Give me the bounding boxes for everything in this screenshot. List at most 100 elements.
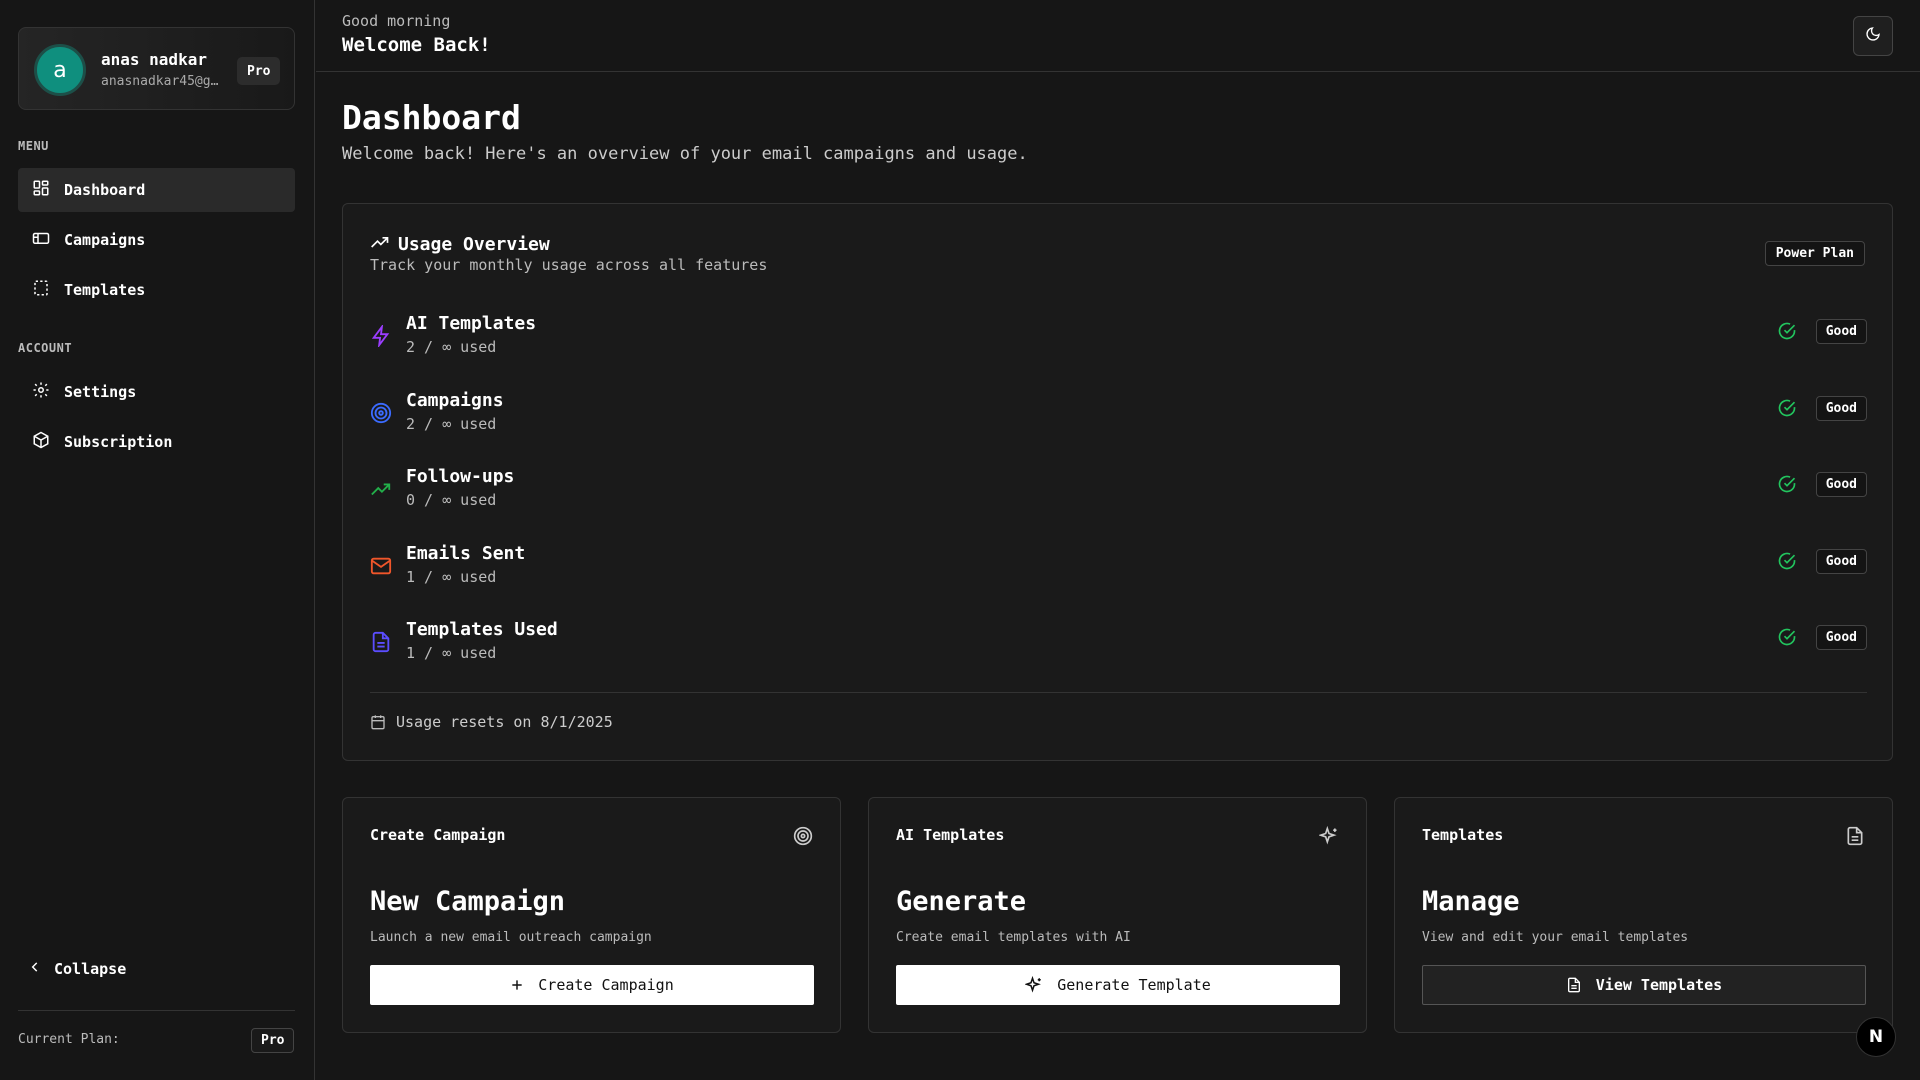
card-heading: New Campaign	[370, 886, 566, 917]
power-plan-badge: Power Plan	[1764, 241, 1865, 266]
user-email: anasnadkar45@gmail.com	[101, 74, 226, 89]
current-plan-badge: Pro	[251, 1028, 295, 1053]
theme-toggle-button[interactable]	[1853, 16, 1893, 56]
status-badge: Good	[1815, 319, 1867, 344]
usage-row-emails-sent: Emails Sent 1 / ∞ used Good	[370, 543, 1867, 591]
usage-count: 0 / ∞ used	[406, 491, 497, 509]
collapse-label: Collapse	[54, 960, 127, 978]
usage-title: Usage Overview	[370, 232, 550, 257]
status-badge: Good	[1815, 549, 1867, 574]
usage-name: Campaigns	[406, 390, 504, 411]
sidebar-item-campaigns[interactable]: Campaigns	[18, 218, 295, 262]
usage-row-campaigns: Campaigns 2 / ∞ used Good	[370, 390, 1867, 438]
usage-divider	[370, 692, 1867, 693]
greeting-text: Good morning	[342, 12, 451, 30]
target-icon	[370, 402, 392, 424]
templates-card: Templates Manage View and edit your emai…	[1394, 797, 1893, 1033]
usage-title-text: Usage Overview	[398, 234, 550, 255]
sidebar-item-templates[interactable]: Templates	[18, 268, 295, 312]
usage-reset-text: Usage resets on 8/1/2025	[396, 713, 613, 731]
status-badge: Good	[1815, 625, 1867, 650]
chevron-left-icon	[28, 960, 42, 978]
usage-row-follow-ups: Follow-ups 0 / ∞ used Good	[370, 466, 1867, 514]
sidebar-item-subscription[interactable]: Subscription	[18, 420, 295, 464]
zap-icon	[371, 325, 390, 347]
card-description: Create email templates with AI	[896, 930, 1131, 945]
check-circle-icon	[1778, 552, 1796, 570]
usage-count: 1 / ∞ used	[406, 568, 497, 586]
sidebar-item-label: Campaigns	[64, 231, 146, 249]
collapse-button[interactable]: Collapse	[28, 960, 126, 978]
check-circle-icon	[1778, 475, 1796, 493]
file-icon	[1567, 977, 1580, 993]
sidebar-item-settings[interactable]: Settings	[18, 370, 295, 414]
package-icon	[32, 431, 50, 453]
generate-template-button[interactable]: Generate Template	[896, 965, 1340, 1005]
current-plan-label: Current Plan:	[18, 1032, 120, 1047]
usage-row-templates-used: Templates Used 1 / ∞ used Good	[370, 619, 1867, 667]
user-profile-card[interactable]: a anas nadkar anasnadkar45@gmail.com Pro	[18, 27, 295, 110]
trending-up-icon	[371, 483, 391, 496]
status-badge: Good	[1815, 396, 1867, 421]
page-subtitle: Welcome back! Here's an overview of your…	[342, 144, 1028, 164]
check-circle-icon	[1778, 399, 1796, 417]
view-templates-button[interactable]: View Templates	[1422, 965, 1866, 1005]
pro-badge: Pro	[237, 57, 281, 85]
status-badge: Good	[1815, 472, 1867, 497]
sidebar-item-label: Subscription	[64, 433, 173, 451]
usage-count: 2 / ∞ used	[406, 415, 497, 433]
sidebar: a anas nadkar anasnadkar45@gmail.com Pro…	[0, 0, 315, 1080]
usage-row-ai-templates: AI Templates 2 / ∞ used Good	[370, 313, 1867, 361]
button-label: Generate Template	[1057, 976, 1211, 994]
sparkles-icon	[1319, 826, 1337, 845]
target-icon	[793, 826, 813, 846]
ai-templates-card: AI Templates Generate Create email templ…	[868, 797, 1367, 1033]
create-campaign-card: Create Campaign New Campaign Launch a ne…	[342, 797, 841, 1033]
card-description: Launch a new email outreach campaign	[370, 930, 652, 945]
usage-count: 1 / ∞ used	[406, 644, 497, 662]
button-label: View Templates	[1595, 976, 1723, 994]
page-title: Dashboard	[342, 98, 521, 137]
top-header: Good morning Welcome Back!	[316, 0, 1920, 72]
button-label: Create Campaign	[538, 976, 674, 994]
card-heading: Manage	[1422, 886, 1520, 917]
usage-name: AI Templates	[406, 313, 537, 334]
dashboard-icon	[32, 179, 50, 201]
usage-count: 2 / ∞ used	[406, 338, 497, 356]
usage-name: Templates Used	[406, 619, 558, 640]
gear-icon	[32, 381, 50, 403]
menu-section-label: MENU	[18, 139, 49, 153]
sidebar-item-label: Settings	[64, 383, 137, 401]
file-icon	[1847, 826, 1863, 846]
card-label: Templates	[1422, 826, 1504, 844]
usage-reset-info: Usage resets on 8/1/2025	[370, 713, 613, 731]
account-section-label: ACCOUNT	[18, 341, 73, 355]
sidebar-divider	[18, 1010, 295, 1011]
card-label: AI Templates	[896, 826, 1005, 844]
sidebar-item-label: Dashboard	[64, 181, 146, 199]
calendar-icon	[371, 715, 385, 730]
sidebar-item-dashboard[interactable]: Dashboard	[18, 168, 295, 212]
usage-name: Emails Sent	[406, 543, 526, 564]
file-icon	[372, 631, 390, 653]
mail-icon	[370, 557, 392, 575]
usage-overview-card: Usage Overview Track your monthly usage …	[342, 203, 1893, 761]
trending-up-icon	[370, 232, 390, 257]
avatar: a	[34, 44, 86, 96]
card-heading: Generate	[896, 886, 1027, 917]
create-campaign-button[interactable]: Create Campaign	[370, 965, 814, 1005]
sidebar-item-label: Templates	[64, 281, 146, 299]
moon-icon	[1865, 26, 1881, 46]
card-label: Create Campaign	[370, 826, 506, 844]
usage-name: Follow-ups	[406, 466, 515, 487]
corner-app-badge[interactable]: N	[1856, 1017, 1896, 1057]
usage-subtitle: Track your monthly usage across all feat…	[370, 256, 768, 274]
card-description: View and edit your email templates	[1422, 930, 1689, 945]
plus-icon	[512, 980, 522, 990]
campaign-icon	[32, 229, 50, 251]
user-name: anas nadkar	[101, 50, 207, 69]
template-icon	[32, 279, 50, 301]
check-circle-icon	[1778, 322, 1796, 340]
welcome-text: Welcome Back!	[342, 34, 491, 56]
sparkles-icon	[1025, 976, 1042, 993]
